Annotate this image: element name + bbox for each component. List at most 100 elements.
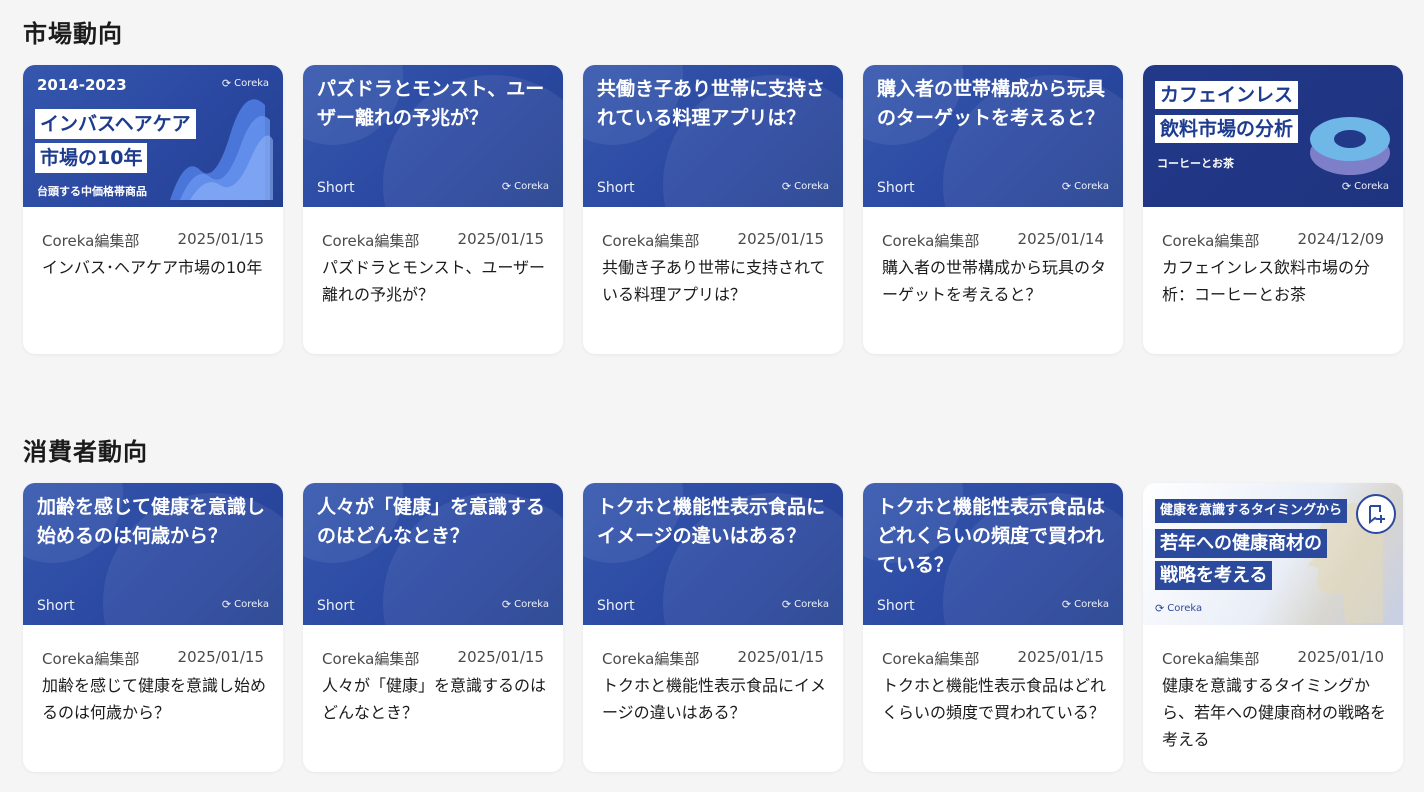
article-author: Coreka編集部 bbox=[1162, 650, 1260, 668]
article-meta: Coreka編集部 2025/01/15 bbox=[42, 230, 264, 251]
coreka-mark-icon: ⟳ bbox=[501, 180, 512, 193]
article-date: 2025/01/14 bbox=[1017, 230, 1104, 248]
coreka-mark-icon: ⟳ bbox=[501, 598, 512, 611]
article-author: Coreka編集部 bbox=[42, 650, 140, 668]
article-thumbnail: トクホと機能性表示食品はどれくらいの頻度で買われている？ Short ⟳ Core… bbox=[863, 483, 1123, 625]
article-title[interactable]: 加齢を感じて健康を意識し始めるのは何歳から？ bbox=[42, 672, 269, 726]
short-label: Short bbox=[597, 180, 635, 196]
article-card[interactable]: カフェインレス 飲料市場の分析 コーヒーとお茶 ⟳ Coreka Coreka編集… bbox=[1143, 65, 1403, 354]
article-card[interactable]: 加齢を感じて健康を意識し始めるのは何歳から？ Short ⟳ Coreka Cor… bbox=[23, 483, 283, 772]
thumb-box-2: 飲料市場の分析 bbox=[1155, 115, 1299, 143]
short-label: Short bbox=[877, 598, 915, 614]
article-meta: Coreka編集部 2024/12/09 bbox=[1162, 230, 1384, 251]
article-author: Coreka編集部 bbox=[602, 650, 700, 668]
article-thumbnail: パズドラとモンスト、ユーザー離れの予兆が？ Short ⟳ Coreka bbox=[303, 65, 563, 207]
article-thumbnail: 人々が「健康」を意識するのはどんなとき？ Short ⟳ Coreka bbox=[303, 483, 563, 625]
coreka-logo: ⟳ Coreka bbox=[501, 180, 549, 193]
thumb-title: 人々が「健康」を意識するのはどんなとき？ bbox=[317, 496, 546, 547]
article-author: Coreka編集部 bbox=[1162, 232, 1260, 250]
short-label: Short bbox=[317, 180, 355, 196]
article-thumbnail: カフェインレス 飲料市場の分析 コーヒーとお茶 ⟳ Coreka bbox=[1143, 65, 1403, 207]
article-meta: Coreka編集部 2025/01/14 bbox=[882, 230, 1104, 251]
article-thumbnail: 共働き子あり世帯に支持されている料理アプリは？ Short ⟳ Coreka bbox=[583, 65, 843, 207]
coreka-logo: ⟳ Coreka bbox=[781, 180, 829, 193]
article-title[interactable]: パズドラとモンスト、ユーザー離れの予兆が？ bbox=[322, 254, 549, 308]
article-title[interactable]: インバス･ヘアケア市場の10年 bbox=[42, 254, 269, 281]
thumb-title: 購入者の世帯構成から玩具のターゲットを考えると？ bbox=[877, 78, 1106, 129]
article-date: 2025/01/15 bbox=[737, 230, 824, 248]
article-title[interactable]: トクホと機能性表示食品にイメージの違いはある？ bbox=[602, 672, 829, 726]
thumb-title: トクホと機能性表示食品はどれくらいの頻度で買われている？ bbox=[877, 496, 1106, 576]
coreka-logo: ⟳ Coreka bbox=[1061, 598, 1109, 611]
article-card[interactable]: 購入者の世帯構成から玩具のターゲットを考えると？ Short ⟳ Coreka C… bbox=[863, 65, 1123, 354]
article-card[interactable]: トクホと機能性表示食品はどれくらいの頻度で買われている？ Short ⟳ Core… bbox=[863, 483, 1123, 772]
coreka-logo: ⟳ Coreka bbox=[501, 598, 549, 611]
section-title: 消費者動向 bbox=[23, 438, 148, 466]
thumb-subtitle: コーヒーとお茶 bbox=[1157, 157, 1234, 170]
article-date: 2024/12/09 bbox=[1297, 230, 1384, 248]
article-card[interactable]: トクホと機能性表示食品にイメージの違いはある？ Short ⟳ Coreka Co… bbox=[583, 483, 843, 772]
article-thumbnail: トクホと機能性表示食品にイメージの違いはある？ Short ⟳ Coreka bbox=[583, 483, 843, 625]
article-date: 2025/01/15 bbox=[457, 230, 544, 248]
article-thumbnail: 健康を意識するタイミングから 若年への健康商材の 戦略を考える ⟳ Coreka bbox=[1143, 483, 1403, 625]
thumb-year: 2014-2023 bbox=[37, 76, 127, 94]
article-card[interactable]: 2014-2023 ⟳ Coreka インバスヘアケア 市場の10年 台頭する中価… bbox=[23, 65, 283, 354]
coreka-mark-icon: ⟳ bbox=[1061, 180, 1072, 193]
coreka-mark-icon: ⟳ bbox=[221, 77, 232, 90]
article-date: 2025/01/15 bbox=[737, 648, 824, 666]
short-label: Short bbox=[37, 598, 75, 614]
coreka-logo: ⟳ Coreka bbox=[221, 77, 269, 90]
article-date: 2025/01/15 bbox=[177, 648, 264, 666]
article-title[interactable]: 健康を意識するタイミングから、若年への健康商材の戦略を考える bbox=[1162, 672, 1389, 753]
article-thumbnail: 購入者の世帯構成から玩具のターゲットを考えると？ Short ⟳ Coreka bbox=[863, 65, 1123, 207]
thumb-box-2: 市場の10年 bbox=[35, 143, 148, 173]
wave-chart-graphic bbox=[170, 99, 273, 200]
article-thumbnail: 加齢を感じて健康を意識し始めるのは何歳から？ Short ⟳ Coreka bbox=[23, 483, 283, 625]
section-title: 市場動向 bbox=[23, 20, 123, 48]
article-title[interactable]: 人々が「健康」を意識するのはどんなとき？ bbox=[322, 672, 549, 726]
article-meta: Coreka編集部 2025/01/15 bbox=[42, 648, 264, 669]
bookmark-add-button[interactable] bbox=[1356, 494, 1396, 534]
coreka-mark-icon: ⟳ bbox=[221, 598, 232, 611]
article-card[interactable]: 人々が「健康」を意識するのはどんなとき？ Short ⟳ Coreka Corek… bbox=[303, 483, 563, 772]
coreka-logo: ⟳ Coreka bbox=[221, 598, 269, 611]
coreka-mark-icon: ⟳ bbox=[781, 598, 792, 611]
article-card[interactable]: パズドラとモンスト、ユーザー離れの予兆が？ Short ⟳ Coreka Core… bbox=[303, 65, 563, 354]
thumb-title: パズドラとモンスト、ユーザー離れの予兆が？ bbox=[317, 78, 545, 129]
article-thumbnail: 2014-2023 ⟳ Coreka インバスヘアケア 市場の10年 台頭する中価… bbox=[23, 65, 283, 207]
thumb-box-1: カフェインレス bbox=[1155, 81, 1299, 109]
coreka-logo: ⟳ Coreka bbox=[781, 598, 829, 611]
thumb-title: 共働き子あり世帯に支持されている料理アプリは？ bbox=[597, 78, 826, 129]
article-title[interactable]: トクホと機能性表示食品はどれくらいの頻度で買われている？ bbox=[882, 672, 1109, 726]
article-date: 2025/01/15 bbox=[457, 648, 544, 666]
short-label: Short bbox=[317, 598, 355, 614]
article-author: Coreka編集部 bbox=[42, 232, 140, 250]
coreka-logo: ⟳ Coreka bbox=[1341, 180, 1389, 193]
article-meta: Coreka編集部 2025/01/15 bbox=[322, 230, 544, 251]
article-meta: Coreka編集部 2025/01/15 bbox=[602, 648, 824, 669]
article-author: Coreka編集部 bbox=[882, 650, 980, 668]
article-title[interactable]: カフェインレス飲料市場の分析：コーヒーとお茶 bbox=[1162, 254, 1389, 308]
donut-graphic bbox=[1310, 117, 1390, 175]
coreka-logo: ⟳ Coreka bbox=[1155, 602, 1203, 615]
coreka-mark-icon: ⟳ bbox=[1061, 598, 1072, 611]
article-card[interactable]: 健康を意識するタイミングから 若年への健康商材の 戦略を考える ⟳ Coreka … bbox=[1143, 483, 1403, 772]
article-card[interactable]: 共働き子あり世帯に支持されている料理アプリは？ Short ⟳ Coreka Co… bbox=[583, 65, 843, 354]
short-label: Short bbox=[877, 180, 915, 196]
thumb-box-3: 戦略を考える bbox=[1155, 561, 1273, 590]
bookmark-add-icon bbox=[1369, 505, 1385, 524]
thumb-title: 加齢を感じて健康を意識し始めるのは何歳から？ bbox=[37, 496, 266, 547]
thumb-subtitle: 台頭する中価格帯商品 bbox=[37, 185, 147, 198]
article-title[interactable]: 共働き子あり世帯に支持されている料理アプリは？ bbox=[602, 254, 829, 308]
coreka-logo: ⟳ Coreka bbox=[1061, 180, 1109, 193]
article-author: Coreka編集部 bbox=[322, 232, 420, 250]
coreka-mark-icon: ⟳ bbox=[1155, 602, 1165, 615]
coreka-mark-icon: ⟳ bbox=[781, 180, 792, 193]
coreka-mark-icon: ⟳ bbox=[1341, 180, 1352, 193]
article-date: 2025/01/10 bbox=[1297, 648, 1384, 666]
article-title[interactable]: 購入者の世帯構成から玩具のターゲットを考えると？ bbox=[882, 254, 1109, 308]
article-meta: Coreka編集部 2025/01/10 bbox=[1162, 648, 1384, 669]
article-meta: Coreka編集部 2025/01/15 bbox=[322, 648, 544, 669]
article-date: 2025/01/15 bbox=[177, 230, 264, 248]
thumb-box-1: 健康を意識するタイミングから bbox=[1155, 499, 1348, 523]
